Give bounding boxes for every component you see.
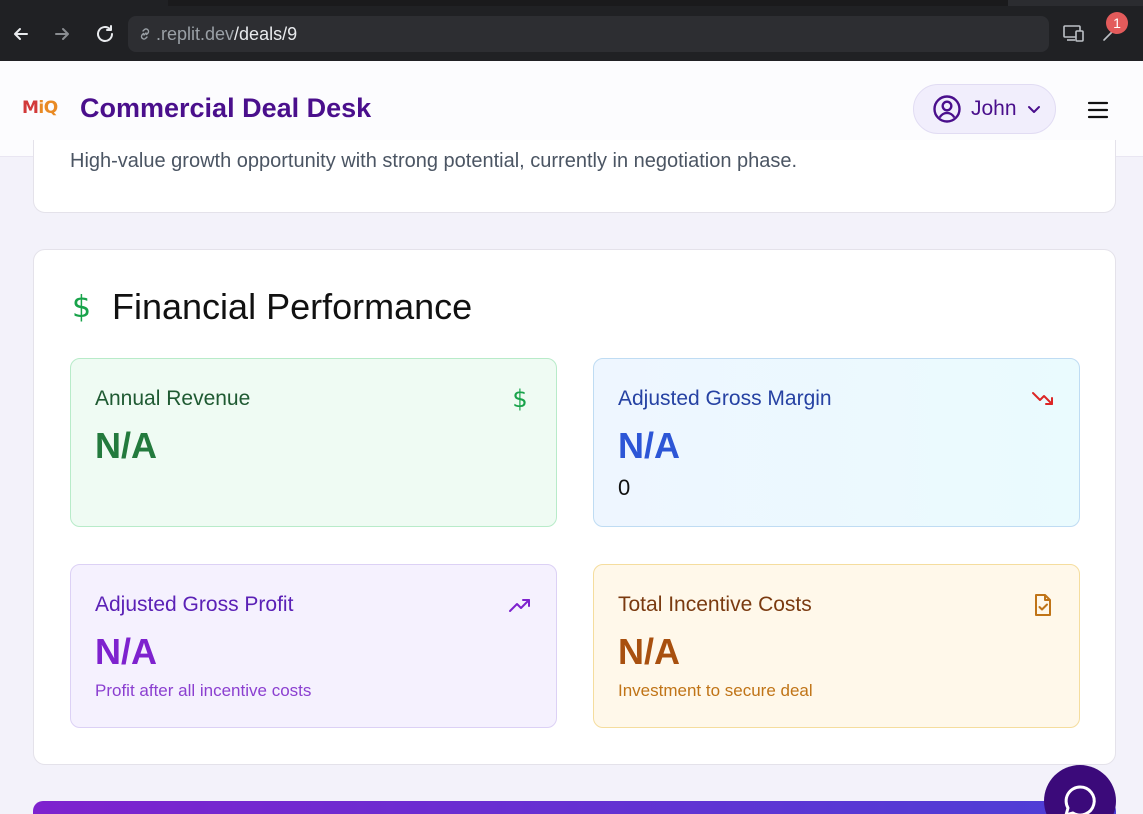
tile-label: Adjusted Gross Margin [618,387,832,410]
chat-button[interactable] [1044,765,1116,814]
url-host: .replit.dev [156,23,235,44]
inactive-tab[interactable] [168,0,1008,6]
back-button[interactable] [8,21,34,47]
link-icon [136,25,154,43]
next-section-header [33,801,1116,814]
annual-revenue-tile: Annual Revenue N/A $ [70,358,557,527]
logo-iq: iQ [38,98,58,118]
reload-button[interactable] [92,21,118,47]
dollar-icon: $ [512,385,528,413]
url-path: /deals/9 [234,23,298,44]
url-text: .replit.dev/deals/9 [156,24,297,45]
user-circle-icon [932,94,962,124]
hamburger-menu-button[interactable] [1086,98,1110,122]
forward-button[interactable] [49,21,75,47]
user-menu-button[interactable]: John [913,84,1056,134]
deal-summary-card: High-value growth opportunity with stron… [33,140,1116,213]
tile-caption: Profit after all incentive costs [95,681,312,700]
tile-value: N/A [95,631,157,672]
active-tab[interactable] [0,0,168,6]
tile-subvalue: 0 [618,475,631,500]
reload-icon [97,25,113,42]
browser-toolbar: .replit.dev/deals/9 1 [0,0,1143,61]
address-bar[interactable]: .replit.dev/deals/9 [128,16,1049,52]
tile-label: Total Incentive Costs [618,593,812,616]
tile-label: Adjusted Gross Profit [95,593,294,616]
brand-logo[interactable]: MiQ [22,98,58,122]
arrow-right-icon [55,28,69,40]
app-title[interactable]: Commercial Deal Desk [80,93,371,124]
device-toolbar-button[interactable] [1061,20,1087,46]
tab-strip [0,0,1143,6]
adjusted-gross-profit-tile: Adjusted Gross Profit N/A Profit after a… [70,564,557,728]
tile-label: Annual Revenue [95,387,251,410]
total-incentive-costs-tile: Total Incentive Costs N/A Investment to … [593,564,1080,728]
trending-down-icon [1031,387,1055,411]
logo-m: M [22,98,39,118]
user-name: John [971,97,1017,120]
adjusted-gross-margin-tile: Adjusted Gross Margin N/A 0 [593,358,1080,527]
tile-value: N/A [618,631,680,672]
dollar-icon: $ [72,290,92,325]
section-title: Financial Performance [112,286,473,327]
financial-performance-card: $ Financial Performance Annual Revenue N… [33,249,1116,765]
notification-badge: 1 [1106,12,1128,34]
chat-bubble-icon [1064,785,1096,814]
trending-up-icon [508,593,532,617]
deal-description: High-value growth opportunity with stron… [70,150,798,172]
menu-icon [1087,101,1109,119]
devices-icon [1063,25,1084,42]
tile-caption: Investment to secure deal [618,681,813,700]
chevron-down-icon [1025,100,1043,118]
file-check-icon [1031,593,1055,617]
tile-value: N/A [95,425,157,466]
arrow-left-icon [14,28,28,40]
tile-value: N/A [618,425,680,466]
